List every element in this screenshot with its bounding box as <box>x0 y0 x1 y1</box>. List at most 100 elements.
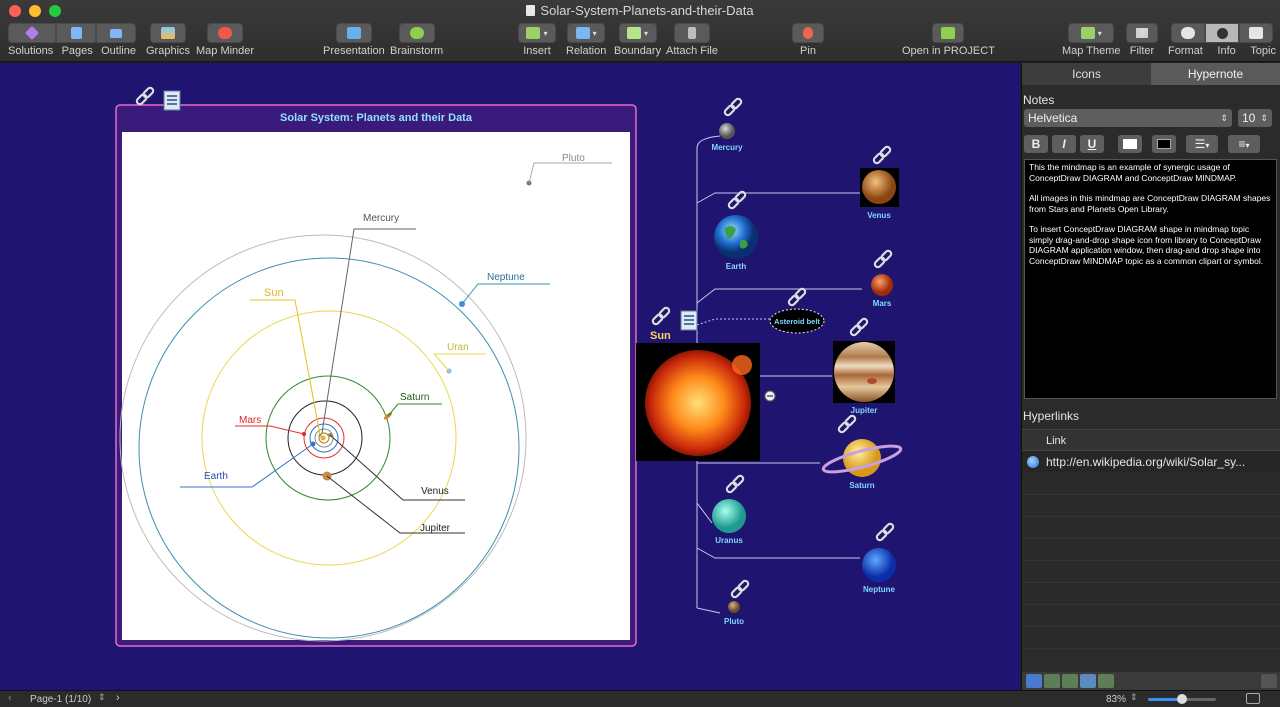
mindmap-node-mars[interactable] <box>871 274 893 296</box>
add-file-link-icon[interactable] <box>1044 674 1060 688</box>
mindmap-node-earth[interactable] <box>714 215 758 259</box>
hyperlink-empty-row <box>1022 495 1280 517</box>
insert-button[interactable]: ▾ <box>518 23 556 43</box>
add-page-link-icon[interactable] <box>1080 674 1096 688</box>
neptune-hyperlink-icon[interactable] <box>874 521 896 543</box>
insert-label: Insert <box>523 45 551 57</box>
map-theme-button[interactable]: ▾ <box>1068 23 1115 43</box>
mercury-node-label: Mercury <box>711 143 743 152</box>
page-indicator[interactable]: Page-1 (1/10) <box>30 694 91 705</box>
pages-label: Pages <box>61 45 93 57</box>
neptune-node-label: Neptune <box>863 585 896 594</box>
graphics-button[interactable] <box>150 23 187 43</box>
mindmap-canvas[interactable]: Solar System: Planets and their Data Plu… <box>0 63 1020 690</box>
info-icon <box>1216 27 1228 39</box>
info-button[interactable] <box>1205 23 1239 43</box>
notes-paragraph: To insert ConceptDraw DIAGRAM shape in m… <box>1029 224 1264 266</box>
label-earth: Earth <box>204 471 228 482</box>
mindmap-node-neptune[interactable] <box>862 548 896 582</box>
presentation-button[interactable] <box>335 23 372 43</box>
add-topic-link-icon[interactable] <box>1098 674 1114 688</box>
underline-button[interactable]: U <box>1080 135 1104 153</box>
title-bar: Solar-System-Planets-and-their-Data Solu… <box>0 0 1280 62</box>
canvas-drawing: Solar System: Planets and their Data Plu… <box>115 85 903 647</box>
chevron-down-icon: ▾ <box>592 28 597 38</box>
uranus-hyperlink-icon[interactable] <box>724 473 746 495</box>
hyperlink-empty-row <box>1022 539 1280 561</box>
solutions-button[interactable] <box>8 23 56 43</box>
topic-button[interactable] <box>1239 23 1273 43</box>
topic-label: Topic <box>1250 45 1276 57</box>
asteroid-hyperlink-icon[interactable] <box>786 286 808 308</box>
sun-hyperlink-icon[interactable] <box>650 305 672 327</box>
previous-page-icon[interactable]: ‹ <box>8 692 12 704</box>
solutions-pages-outline-group: Solutions Pages Outline <box>8 23 136 57</box>
remove-link-icon[interactable] <box>1261 674 1277 688</box>
pin-button[interactable] <box>792 23 824 43</box>
mars-hyperlink-icon[interactable] <box>872 248 894 270</box>
chevron-down-icon: ▾ <box>1245 141 1250 150</box>
map-minder-group: Map Minder <box>196 23 254 57</box>
mindmap-node-mercury[interactable] <box>719 123 735 139</box>
jupiter-hyperlink-icon[interactable] <box>848 316 870 338</box>
mindmap-node-pluto[interactable] <box>728 601 740 613</box>
outline-button[interactable] <box>96 23 136 43</box>
zoom-slider-knob[interactable] <box>1177 694 1187 704</box>
zoom-stepper-icon[interactable]: ⇕ <box>1130 692 1138 703</box>
hyperlink-empty-row <box>1022 517 1280 539</box>
open-in-project-button[interactable] <box>932 23 965 43</box>
solutions-icon <box>24 25 40 41</box>
palette-icon <box>1181 27 1195 39</box>
notes-editor[interactable]: This the mindmap is an example of synerg… <box>1024 159 1277 399</box>
add-web-link-icon[interactable] <box>1026 674 1042 688</box>
hyperlink-url: http://en.wikipedia.org/wiki/Solar_sy... <box>1046 455 1246 469</box>
attach-file-button[interactable] <box>673 23 710 43</box>
zoom-value: 83% <box>1106 694 1127 705</box>
note-icon[interactable] <box>163 90 181 111</box>
mindmap-node-uranus[interactable] <box>712 499 746 533</box>
text-color-button[interactable] <box>1118 135 1142 153</box>
mindmap-node-saturn[interactable] <box>821 439 903 477</box>
bold-button[interactable]: B <box>1024 135 1048 153</box>
fit-page-icon[interactable] <box>1246 693 1260 704</box>
pluto-hyperlink-icon[interactable] <box>729 578 751 600</box>
notes-paragraph: This the mindmap is an example of synerg… <box>1029 162 1237 183</box>
diagram-frame[interactable] <box>115 104 637 647</box>
uranus-node-label: Uranus <box>715 536 743 545</box>
globe-icon <box>1027 456 1039 468</box>
saturn-hyperlink-icon[interactable] <box>836 413 858 435</box>
zoom-slider[interactable] <box>1148 694 1216 704</box>
brainstorm-button[interactable] <box>398 23 435 43</box>
add-folder-link-icon[interactable] <box>1062 674 1078 688</box>
font-size-select[interactable]: 10 ⇕ <box>1238 109 1272 127</box>
background-color-button[interactable] <box>1152 135 1176 153</box>
format-label: Format <box>1168 45 1203 57</box>
mercury-hyperlink-icon[interactable] <box>722 96 744 118</box>
white-swatch-icon <box>1123 139 1137 149</box>
alignment-button[interactable]: ≡▾ <box>1228 135 1260 153</box>
hyperlinks-toolbar <box>1022 672 1280 690</box>
italic-button[interactable]: I <box>1052 135 1076 153</box>
chevron-down-icon: ▾ <box>644 28 649 38</box>
hyperlink-icon[interactable] <box>134 85 156 107</box>
pages-button[interactable] <box>56 23 96 43</box>
format-row: B I U ☰▾ ≡▾ <box>1022 135 1280 153</box>
font-family-select[interactable]: Helvetica ⇕ <box>1024 109 1232 127</box>
format-button[interactable] <box>1171 23 1205 43</box>
page-stepper-icon[interactable]: ⇕ <box>98 692 106 703</box>
relation-button[interactable]: ▾ <box>567 23 606 43</box>
tab-hypernote[interactable]: Hypernote <box>1151 63 1280 85</box>
map-minder-button[interactable] <box>207 23 244 43</box>
sun-note-icon[interactable] <box>680 310 698 331</box>
label-neptune: Neptune <box>487 272 525 283</box>
filter-button[interactable] <box>1126 23 1158 43</box>
list-style-button[interactable]: ☰▾ <box>1186 135 1218 153</box>
next-page-icon[interactable]: › <box>116 692 120 704</box>
hyperlink-empty-row <box>1022 605 1280 627</box>
central-topic-sun[interactable] <box>636 343 760 461</box>
tab-icons[interactable]: Icons <box>1022 63 1151 85</box>
boundary-button[interactable]: ▾ <box>618 23 657 43</box>
hyperlink-row[interactable]: http://en.wikipedia.org/wiki/Solar_sy... <box>1022 451 1280 473</box>
venus-hyperlink-icon[interactable] <box>871 144 893 166</box>
